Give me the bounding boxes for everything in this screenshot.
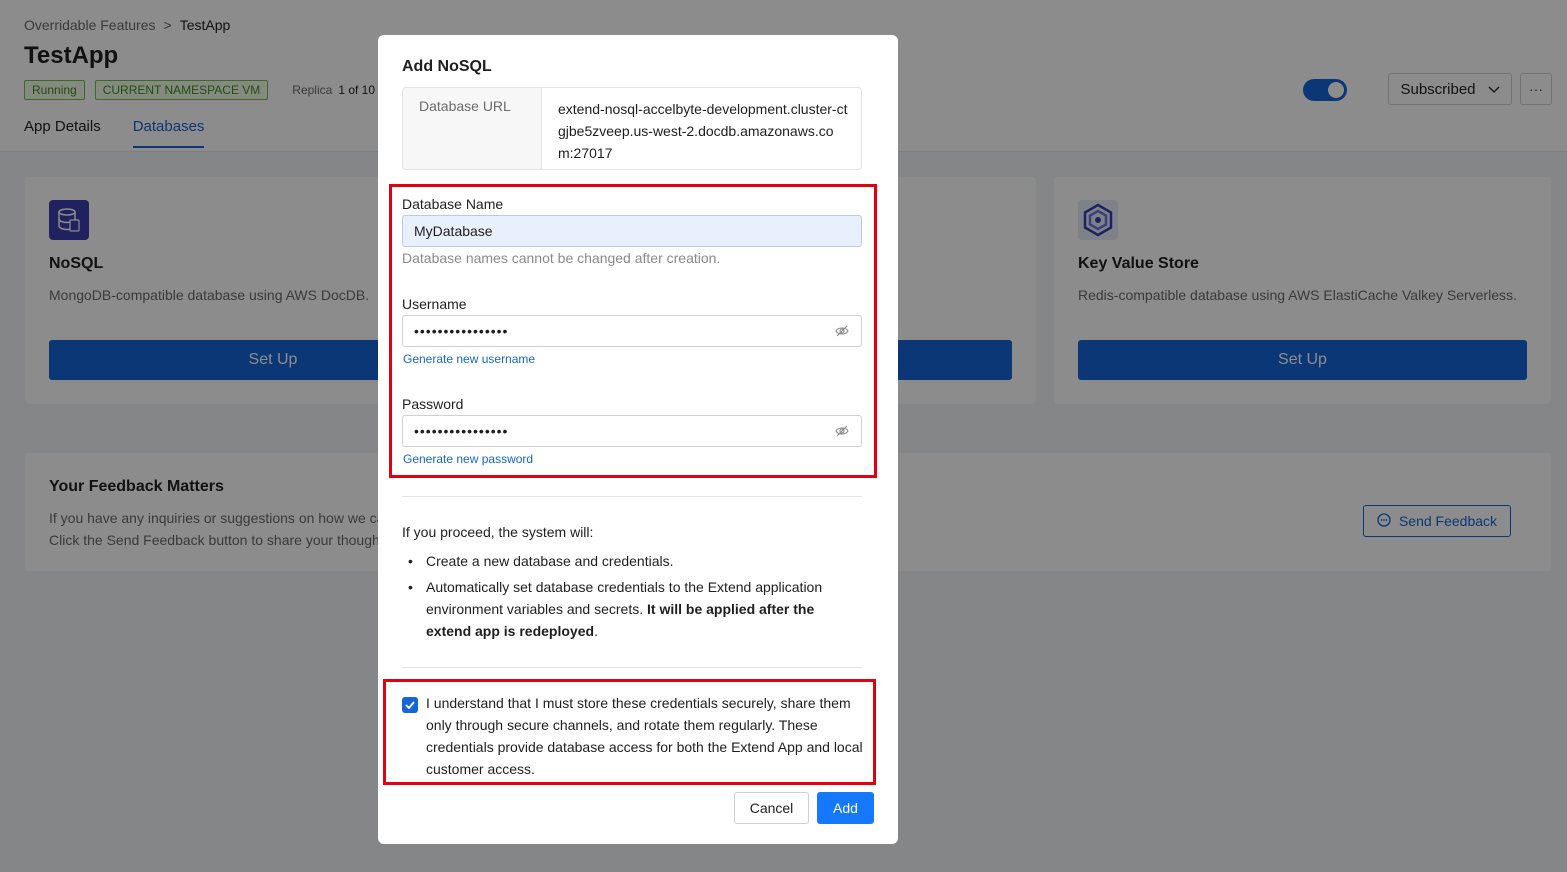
password-label: Password: [402, 396, 464, 412]
username-value: ••••••••••••••••: [414, 323, 509, 339]
generate-username-link[interactable]: Generate new username: [403, 352, 535, 366]
database-name-label: Database Name: [402, 196, 504, 212]
generate-password-link[interactable]: Generate new password: [403, 452, 533, 466]
list-item: Automatically set database credentials t…: [402, 576, 862, 642]
database-url-value: extend-nosql-accelbyte-development.clust…: [558, 101, 848, 161]
proceed-intro: If you proceed, the system will:: [402, 524, 594, 540]
divider: [402, 496, 862, 497]
acknowledgement-checkbox[interactable]: [402, 697, 418, 713]
list-item: Create a new database and credentials.: [402, 550, 862, 572]
cancel-button[interactable]: Cancel: [734, 792, 809, 824]
password-input[interactable]: ••••••••••••••••: [402, 415, 862, 447]
password-value: ••••••••••••••••: [414, 423, 509, 439]
database-url-label: Database URL: [403, 88, 542, 169]
username-label: Username: [402, 296, 467, 312]
eye-off-icon[interactable]: [834, 323, 850, 339]
add-nosql-dialog: Add NoSQL Database URL extend-nosql-acce…: [378, 35, 898, 844]
database-url-box: Database URL extend-nosql-accelbyte-deve…: [402, 87, 862, 170]
database-name-input[interactable]: MyDatabase: [402, 215, 862, 247]
proceed-list: Create a new database and credentials. A…: [402, 550, 862, 646]
dialog-title: Add NoSQL: [402, 58, 492, 75]
username-input[interactable]: ••••••••••••••••: [402, 315, 862, 347]
proceed-item2-suffix: .: [594, 623, 598, 639]
database-name-hint: Database names cannot be changed after c…: [402, 250, 721, 266]
acknowledgement-text: I understand that I must store these cre…: [426, 695, 863, 777]
eye-off-icon[interactable]: [834, 423, 850, 439]
database-name-value: MyDatabase: [414, 223, 493, 239]
checkmark-icon: [405, 696, 415, 714]
divider: [402, 667, 862, 668]
add-button[interactable]: Add: [817, 792, 874, 824]
